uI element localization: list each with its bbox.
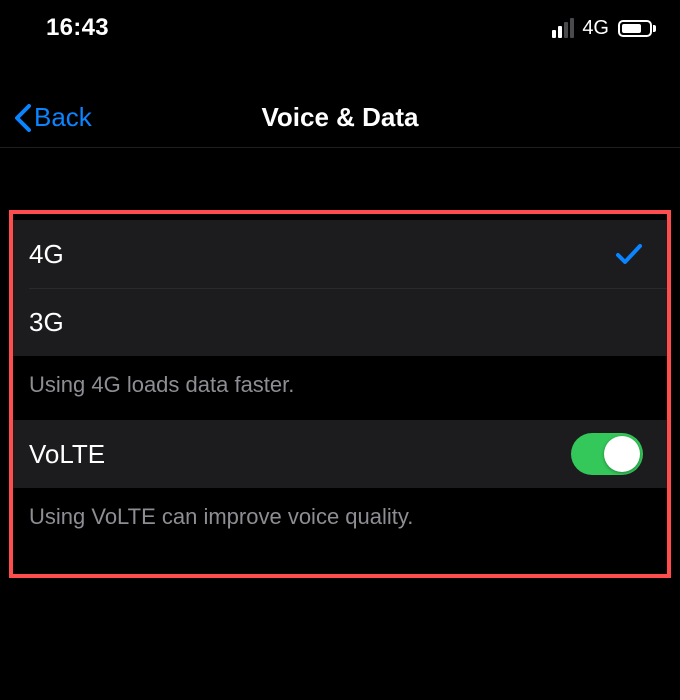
nav-bar: Back Voice & Data bbox=[0, 88, 680, 148]
option-label: 4G bbox=[29, 239, 64, 270]
content: 4G 3G Using 4G loads data faster. VoLTE … bbox=[0, 148, 680, 578]
network-mode-footer: Using 4G loads data faster. bbox=[13, 356, 667, 420]
battery-icon bbox=[618, 20, 656, 37]
chevron-left-icon bbox=[14, 104, 31, 132]
back-label: Back bbox=[34, 102, 92, 133]
back-button[interactable]: Back bbox=[0, 98, 106, 137]
network-type-label: 4G bbox=[582, 17, 609, 40]
status-right: 4G bbox=[552, 17, 656, 40]
volte-footer: Using VoLTE can improve voice quality. bbox=[13, 488, 667, 552]
status-bar: 16:43 4G bbox=[0, 0, 680, 56]
volte-row[interactable]: VoLTE bbox=[13, 420, 667, 488]
option-3g[interactable]: 3G bbox=[29, 288, 667, 356]
status-time: 16:43 bbox=[46, 14, 109, 42]
annotation-highlight: 4G 3G Using 4G loads data faster. VoLTE … bbox=[9, 210, 671, 578]
volte-group: VoLTE bbox=[13, 420, 667, 488]
cellular-signal-icon bbox=[552, 18, 574, 38]
checkmark-icon bbox=[615, 242, 643, 266]
option-4g[interactable]: 4G bbox=[13, 220, 667, 288]
toggle-knob bbox=[604, 436, 640, 472]
option-label: 3G bbox=[29, 307, 64, 338]
volte-label: VoLTE bbox=[29, 439, 105, 470]
network-mode-group: 4G 3G bbox=[13, 220, 667, 356]
volte-toggle[interactable] bbox=[571, 433, 643, 475]
